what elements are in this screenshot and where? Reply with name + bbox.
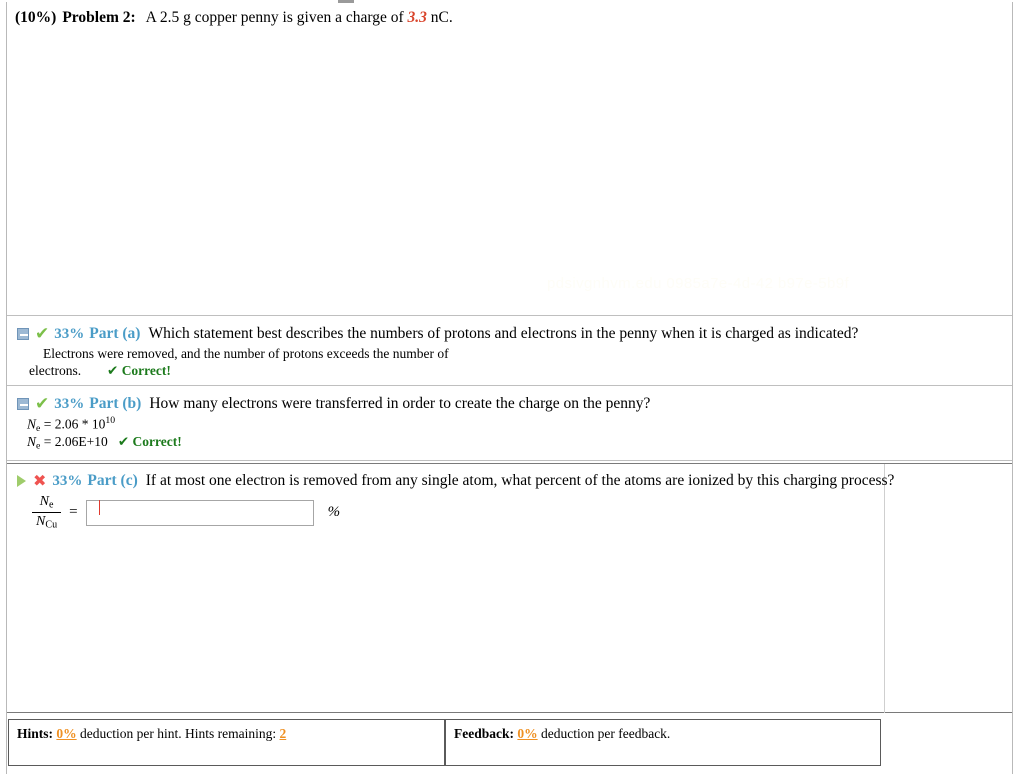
hints-deduction-value: 0% [56,726,77,741]
fraction-numerator-sub: e [48,499,54,511]
hints-remaining-value: 2 [279,726,287,741]
percent-unit-label: % [327,504,341,521]
part-b-section: ✔ 33% Part (b) How many electrons were t… [7,386,1012,461]
part-b-result-value: = 2.06E+10 [43,434,108,449]
homework-problem-page: (10%) Problem 2: A 2.5 g copper penny is g… [0,0,1024,778]
part-b-var: N [27,416,37,432]
problem-label: Problem 2: [62,9,136,26]
part-b-var-sub: e [36,422,41,434]
feedback-label: Feedback: [454,726,514,741]
hints-text: deduction per hint. Hints remaining: [80,726,277,741]
answer-input[interactable] [85,499,314,526]
part-b-expression: Ne = 2.06 * 1010 [27,415,115,434]
part-c-name: Part (c) [87,472,138,489]
part-a-status: ✔ Correct! [107,363,171,379]
expand-triangle-icon[interactable] [17,475,26,487]
x-mark-icon: ✖ [33,471,47,490]
part-b-expr-body: = 2.06 * 10 [43,416,106,432]
minus-box-icon[interactable] [17,398,29,410]
fraction-denominator-sub: Cu [45,519,58,531]
watermark-top: pdsivgnhvm.edu 0985a7e-4d-42 b97e-5b9f [547,275,850,292]
part-c-section: ✖ 33% Part (c) If at most one electron i… [7,463,1012,713]
feedback-text: deduction per feedback. [541,726,671,741]
fraction-numerator-var: N [39,494,49,509]
part-c-question: If at most one electron is removed from … [145,472,895,489]
part-b-result: Ne = 2.06E+10 ✔ Correct! [27,434,182,452]
part-c-percent: 33% [52,472,83,489]
text-caret [99,500,100,515]
part-a-name: Part (a) [89,325,141,342]
problem-text-pre: A 2.5 g copper penny is given a charge o… [145,9,404,26]
problem-statement-line: (10%) Problem 2: A 2.5 g copper penny is g… [15,9,453,27]
part-b-status-text: Correct! [132,434,182,449]
grade-panel-divider [884,464,885,713]
problem-statement-block: (10%) Problem 2: A 2.5 g copper penny is g… [7,3,1012,316]
hints-label: Hints: [17,726,54,741]
part-b-header[interactable]: ✔ 33% Part (b) How many electrons were t… [17,395,650,413]
part-b-question: How many electrons were transferred in o… [149,395,651,412]
equals-sign: = [69,504,78,521]
hints-box: Hints: 0% deduction per hint. Hints rema… [8,719,445,766]
problem-charge-value: 3.3 [407,9,427,26]
part-a-answer-line1: Electrons were removed, and the number o… [43,346,449,361]
part-a-percent: 33% [54,325,85,342]
problem-text-post: nC. [430,9,453,26]
part-c-header[interactable]: ✖ 33% Part (c) If at most one electron i… [17,472,894,490]
problem-weight: (10%) [15,9,57,26]
minus-box-icon[interactable] [17,328,29,340]
feedback-line: Feedback: 0% deduction per feedback. [454,726,670,742]
ratio-fraction: Ne NCu [32,494,62,531]
part-b-percent: 33% [54,395,85,412]
part-a-section: ✔ 33% Part (a) Which statement best desc… [7,316,1012,386]
part-b-name: Part (b) [89,395,142,412]
part-b-result-var-sub: e [36,440,41,452]
fraction-denominator-var: N [36,514,46,530]
feedback-deduction-value: 0% [517,726,538,741]
feedback-box: Feedback: 0% deduction per feedback. [445,719,881,766]
hints-line: Hints: 0% deduction per hint. Hints rema… [17,726,286,742]
answer-row: Ne NCu = % [32,494,340,531]
part-a-header[interactable]: ✔ 33% Part (a) Which statement best desc… [17,325,858,343]
part-a-question: Which statement best describes the numbe… [148,325,859,342]
part-b-result-var: N [27,434,37,449]
part-b-exponent: 10 [105,415,116,426]
check-icon: ✔ [35,393,50,414]
part-a-status-text: Correct! [121,363,171,378]
check-icon: ✔ [35,323,50,344]
part-a-answer-line2: electrons. [29,363,82,378]
